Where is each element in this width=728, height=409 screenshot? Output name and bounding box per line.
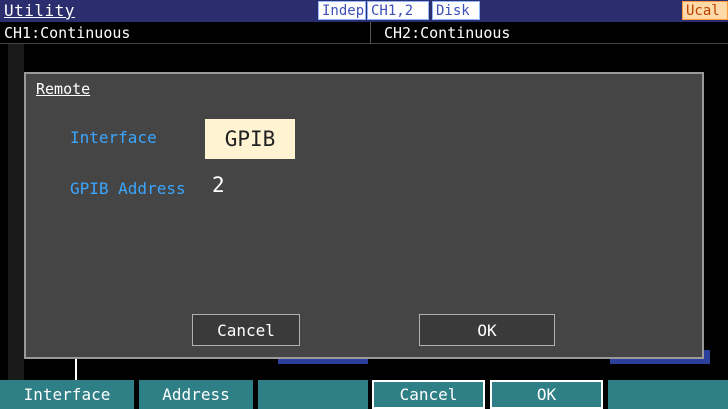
softkey-address[interactable]: Address: [139, 380, 253, 409]
softkey-blank[interactable]: [608, 380, 728, 409]
softkey-cancel[interactable]: Cancel: [372, 380, 485, 409]
background-marker: [75, 356, 77, 380]
gpib-address-label: GPIB Address: [70, 179, 186, 198]
softkey-ok[interactable]: OK: [490, 380, 603, 409]
page-title: Utility: [4, 1, 75, 20]
disk-badge: Disk: [432, 1, 480, 20]
gpib-address-value[interactable]: 2: [212, 173, 225, 197]
dialog-title: Remote: [36, 80, 91, 98]
background-panel: [8, 44, 24, 384]
remote-dialog: [24, 72, 704, 359]
interface-value-field[interactable]: GPIB: [205, 119, 295, 159]
ucal-badge: Ucal: [682, 1, 728, 20]
ch1-status: CH1:Continuous: [4, 24, 131, 42]
dialog-cancel-button[interactable]: Cancel: [192, 314, 300, 346]
ch2-status: CH2:Continuous: [384, 24, 511, 42]
interface-label: Interface: [70, 128, 157, 147]
dialog-ok-button[interactable]: OK: [419, 314, 555, 346]
channel-badge: CH1,2: [367, 1, 429, 20]
softkey-interface[interactable]: Interface: [0, 380, 134, 409]
softkey-blank[interactable]: [258, 380, 368, 409]
channel-divider: [370, 22, 371, 44]
indep-badge: Indep: [318, 1, 366, 20]
